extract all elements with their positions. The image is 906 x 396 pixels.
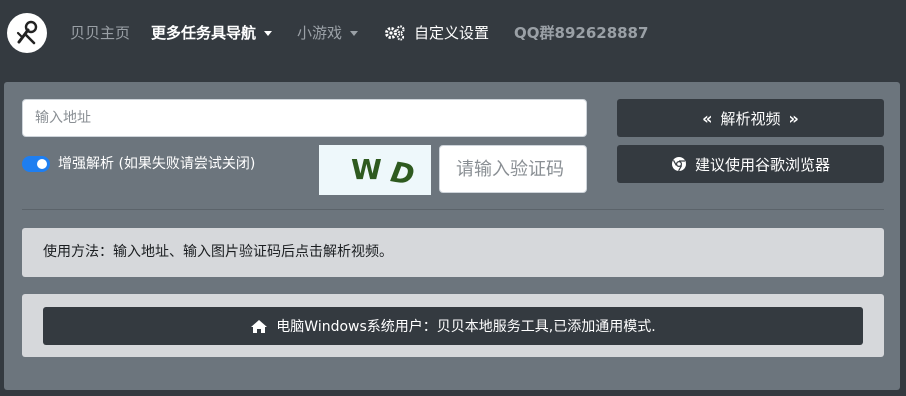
nav-home[interactable]: 贝贝主页 bbox=[70, 22, 130, 44]
site-logo[interactable] bbox=[7, 13, 47, 53]
captcha-image[interactable]: W D bbox=[319, 145, 431, 195]
parse-video-button[interactable]: « 解析视频 » bbox=[617, 99, 884, 137]
windows-notice-box: 电脑Windows系统用户：贝贝本地服务工具,已添加通用模式. bbox=[22, 294, 884, 357]
nav-more-tools-label: 更多任务具导航 bbox=[151, 24, 257, 42]
cogs-icon bbox=[385, 25, 405, 41]
windows-local-tool-button[interactable]: 电脑Windows系统用户：贝贝本地服务工具,已添加通用模式. bbox=[43, 307, 863, 345]
chrome-recommend-label: 建议使用谷歌浏览器 bbox=[694, 155, 830, 174]
parse-panel: 增强解析 (如果失败请尝试关闭) W D « 解析视频 » 建议使用谷歌浏览器 … bbox=[4, 82, 900, 390]
navbar: 贝贝主页 更多任务具导航 小游戏 自定义设置 QQ群892628887 bbox=[0, 0, 906, 68]
enhanced-parse-toggle[interactable] bbox=[22, 156, 50, 172]
enhanced-parse-label: 增强解析 (如果失败请尝试关闭) bbox=[58, 156, 256, 172]
captcha-char: W bbox=[351, 153, 382, 186]
usage-instructions: 使用方法：输入地址、输入图片验证码后点击解析视频。 bbox=[22, 228, 884, 277]
chrome-recommend-button[interactable]: 建议使用谷歌浏览器 bbox=[617, 145, 884, 183]
chrome-icon bbox=[671, 157, 686, 172]
divider bbox=[22, 209, 884, 210]
nav-custom-settings[interactable]: 自定义设置 bbox=[384, 22, 489, 44]
nav-qq-group-label: QQ群892628887 bbox=[514, 24, 649, 42]
captcha-input[interactable] bbox=[439, 145, 587, 193]
captcha-char: D bbox=[388, 155, 417, 192]
url-input[interactable] bbox=[22, 99, 587, 137]
double-chevron-right-icon: » bbox=[788, 108, 799, 128]
caret-down-icon bbox=[350, 30, 359, 36]
nav-games-label: 小游戏 bbox=[297, 24, 343, 42]
parse-video-label: 解析视频 bbox=[720, 109, 781, 128]
wrench-tools-icon bbox=[16, 20, 38, 45]
double-chevron-left-icon: « bbox=[702, 108, 713, 128]
nav-home-label: 贝贝主页 bbox=[70, 24, 131, 42]
home-icon bbox=[251, 319, 268, 333]
caret-down-icon bbox=[264, 30, 273, 36]
nav-games-dropdown[interactable]: 小游戏 bbox=[297, 22, 359, 44]
nav-more-tools-dropdown[interactable]: 更多任务具导航 bbox=[151, 22, 273, 44]
nav-custom-settings-label: 自定义设置 bbox=[414, 24, 490, 42]
nav-qq-group[interactable]: QQ群892628887 bbox=[514, 22, 648, 44]
windows-local-tool-label: 电脑Windows系统用户：贝贝本地服务工具,已添加通用模式. bbox=[276, 319, 656, 335]
